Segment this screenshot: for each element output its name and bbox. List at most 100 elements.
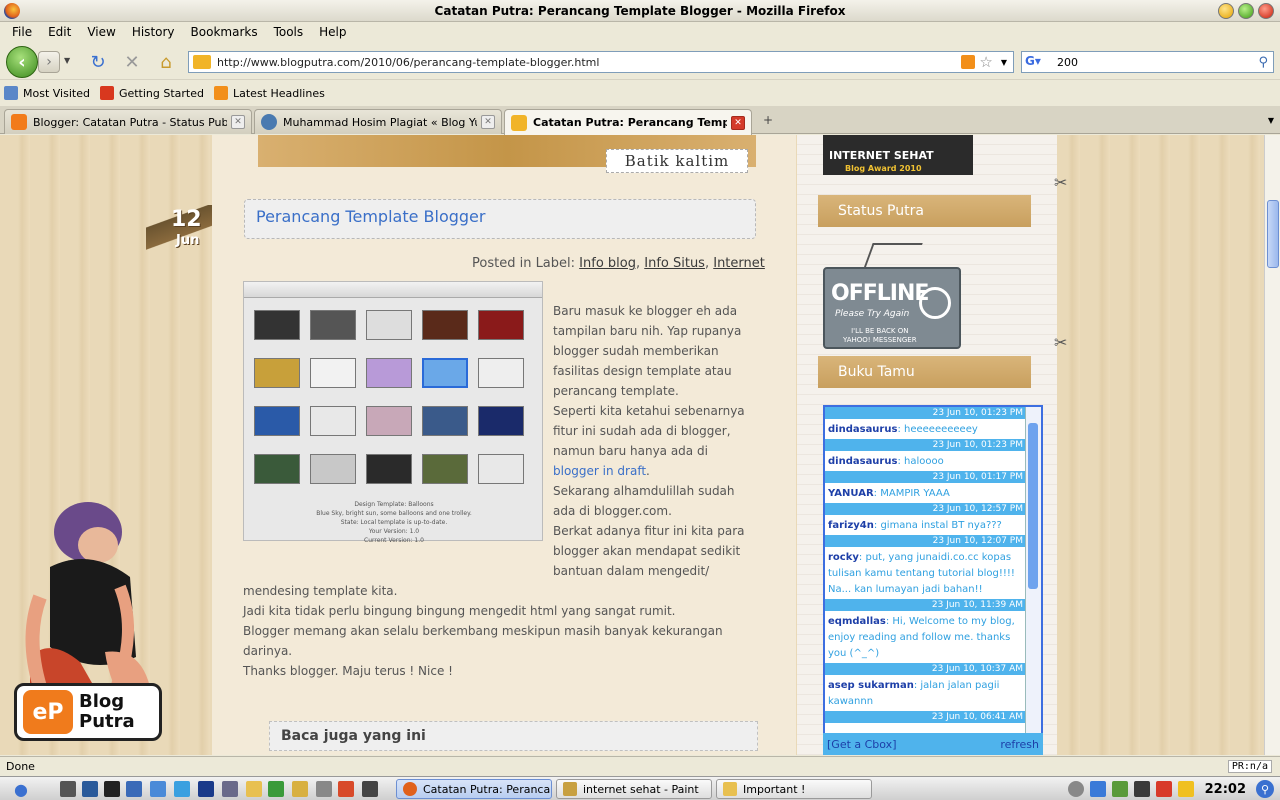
label-link-internet[interactable]: Internet: [713, 256, 765, 271]
photoshop-icon[interactable]: [198, 781, 214, 797]
message-author[interactable]: farizy4n: [828, 520, 874, 531]
blogger-in-draft-link[interactable]: blogger in draft: [553, 464, 646, 478]
message-author[interactable]: eqmdallas: [828, 616, 886, 627]
spotlight-search-icon[interactable]: ⚲: [1256, 780, 1274, 798]
pagerank-indicator[interactable]: PR:n/a: [1227, 760, 1272, 773]
quicklaunch-icon[interactable]: [82, 781, 98, 797]
rss-feed-icon[interactable]: [961, 55, 976, 69]
menu-bookmarks[interactable]: Bookmarks: [183, 25, 266, 39]
message-author[interactable]: dindasaurus: [828, 424, 897, 435]
tab-list-dropdown-icon[interactable]: ▼: [1268, 116, 1274, 125]
battery-icon[interactable]: [1133, 781, 1150, 797]
search-icon[interactable]: ⚲: [1258, 55, 1268, 70]
task-important-folder[interactable]: Important !: [716, 779, 872, 799]
post-title[interactable]: Perancang Template Blogger: [256, 207, 485, 226]
menu-history[interactable]: History: [124, 25, 183, 39]
menu-view[interactable]: View: [79, 25, 123, 39]
label-link-info-situs[interactable]: Info Situs: [644, 256, 705, 271]
bookmark-label: Latest Headlines: [233, 86, 325, 100]
task-firefox[interactable]: Catatan Putra: Peranca...: [396, 779, 552, 799]
search-input[interactable]: 200: [1047, 56, 1258, 69]
offline-note: I'LL BE BACK ON YAHOO! MESSENGER: [843, 327, 917, 344]
scissors-icon: ✂: [1054, 173, 1068, 192]
tray-arrow-icon[interactable]: [1067, 781, 1084, 797]
reload-icon[interactable]: ↻: [88, 52, 108, 73]
stop-icon[interactable]: ✕: [122, 52, 142, 73]
page-scrollbar[interactable]: [1264, 135, 1280, 755]
bookmark-most-visited[interactable]: Most Visited: [4, 86, 90, 100]
image-window-titlebar: [244, 282, 542, 298]
search-bar[interactable]: G▾ 200 ⚲: [1021, 51, 1274, 73]
quicklaunch-icon[interactable]: [174, 781, 190, 797]
bookmark-star-icon[interactable]: ☆: [979, 53, 992, 71]
site-icon: [511, 114, 527, 131]
clock[interactable]: 22:02: [1205, 782, 1246, 797]
menu-help[interactable]: Help: [311, 25, 354, 39]
cbox-scrollbar[interactable]: [1025, 407, 1041, 733]
url-text[interactable]: http://www.blogputra.com/2010/06/peranca…: [217, 56, 961, 69]
google-icon[interactable]: G▾: [1025, 54, 1047, 70]
url-dropdown-icon[interactable]: ▼: [1001, 58, 1007, 67]
paragraph-text: .: [646, 464, 650, 478]
quicklaunch-icon[interactable]: [150, 781, 166, 797]
url-bar[interactable]: http://www.blogputra.com/2010/06/peranca…: [188, 51, 1014, 73]
network-icon[interactable]: [1089, 781, 1106, 797]
folder-icon[interactable]: [246, 781, 262, 797]
bookmark-latest-headlines[interactable]: Latest Headlines: [214, 86, 325, 100]
quicklaunch-icon[interactable]: [222, 781, 238, 797]
maximize-button[interactable]: [1238, 3, 1254, 19]
close-tab-icon[interactable]: ✕: [481, 115, 495, 129]
antivirus-icon[interactable]: [1155, 781, 1172, 797]
volume-icon[interactable]: [1111, 781, 1128, 797]
quicklaunch-icon[interactable]: [60, 781, 76, 797]
notification-icon[interactable]: [1177, 781, 1194, 797]
cbox-message-list[interactable]: 23 Jun 10, 01:23 PM dindasaurus: heeeeee…: [825, 407, 1027, 733]
start-button[interactable]: ●: [14, 780, 36, 799]
close-window-button[interactable]: [1258, 3, 1274, 19]
forward-arrow-icon: ›: [46, 54, 52, 70]
quicklaunch-icon[interactable]: [316, 781, 332, 797]
message-author[interactable]: asep sukarman: [828, 680, 914, 691]
close-tab-icon[interactable]: ✕: [731, 115, 745, 130]
bookmark-getting-started[interactable]: Getting Started: [99, 86, 204, 100]
yahoo-status-sign[interactable]: OFFLINE Please Try Again I'LL BE BACK ON…: [823, 267, 961, 349]
close-tab-icon[interactable]: ✕: [231, 115, 245, 129]
menu-file[interactable]: File: [4, 25, 40, 39]
post-date-month: Jun: [176, 233, 200, 248]
home-icon[interactable]: ⌂: [156, 52, 176, 73]
tab-hosim-plagiat[interactable]: Muhammad Hosim Plagiat « Blog Yudi ... ✕: [254, 109, 502, 134]
history-dropdown-button[interactable]: ▼: [64, 56, 70, 65]
cbox-message: 23 Jun 10, 01:23 PM dindasaurus: heeeeee…: [825, 407, 1027, 439]
message-text: haloooo: [904, 456, 944, 467]
message-author[interactable]: YANUAR: [828, 488, 874, 499]
new-tab-button[interactable]: +: [758, 113, 778, 131]
tab-catatan-putra[interactable]: Catatan Putra: Perancang Templ... ✕: [504, 109, 752, 135]
blog-putra-logo[interactable]: eP Blog Putra: [14, 683, 162, 741]
logo-ep-badge: eP: [23, 690, 73, 734]
back-button[interactable]: ‹: [6, 46, 38, 78]
quicklaunch-icon[interactable]: [338, 781, 354, 797]
menu-edit[interactable]: Edit: [40, 25, 79, 39]
cbox-scroll-thumb[interactable]: [1028, 423, 1038, 589]
message-author[interactable]: rocky: [828, 552, 859, 563]
system-tray: 22:02 ⚲: [1065, 777, 1280, 800]
tab-blogger-status[interactable]: Blogger: Catatan Putra - Status Publikas…: [4, 109, 252, 134]
message-text: heeeeeeeeeey: [904, 424, 978, 435]
forward-button[interactable]: ›: [38, 51, 60, 73]
quicklaunch-icon[interactable]: [362, 781, 378, 797]
terminal-icon[interactable]: [104, 781, 120, 797]
label-link-info-blog[interactable]: Info blog: [579, 256, 636, 271]
word-icon[interactable]: [126, 781, 142, 797]
firefox-icon: [99, 86, 114, 100]
cbox-refresh-link[interactable]: refresh: [1000, 738, 1039, 751]
get-cbox-link[interactable]: [Get a Cbox]: [827, 738, 897, 751]
message-author[interactable]: dindasaurus: [828, 456, 897, 467]
post-paragraph: mendesing template kita.: [243, 584, 398, 598]
task-paint[interactable]: internet sehat - Paint: [556, 779, 712, 799]
minimize-button[interactable]: [1218, 3, 1234, 19]
message-text: MAMPIR YAAA: [880, 488, 950, 499]
menu-tools[interactable]: Tools: [266, 25, 312, 39]
page-scroll-thumb[interactable]: [1267, 200, 1279, 268]
quicklaunch-icon[interactable]: [268, 781, 284, 797]
quicklaunch-icon[interactable]: [292, 781, 308, 797]
